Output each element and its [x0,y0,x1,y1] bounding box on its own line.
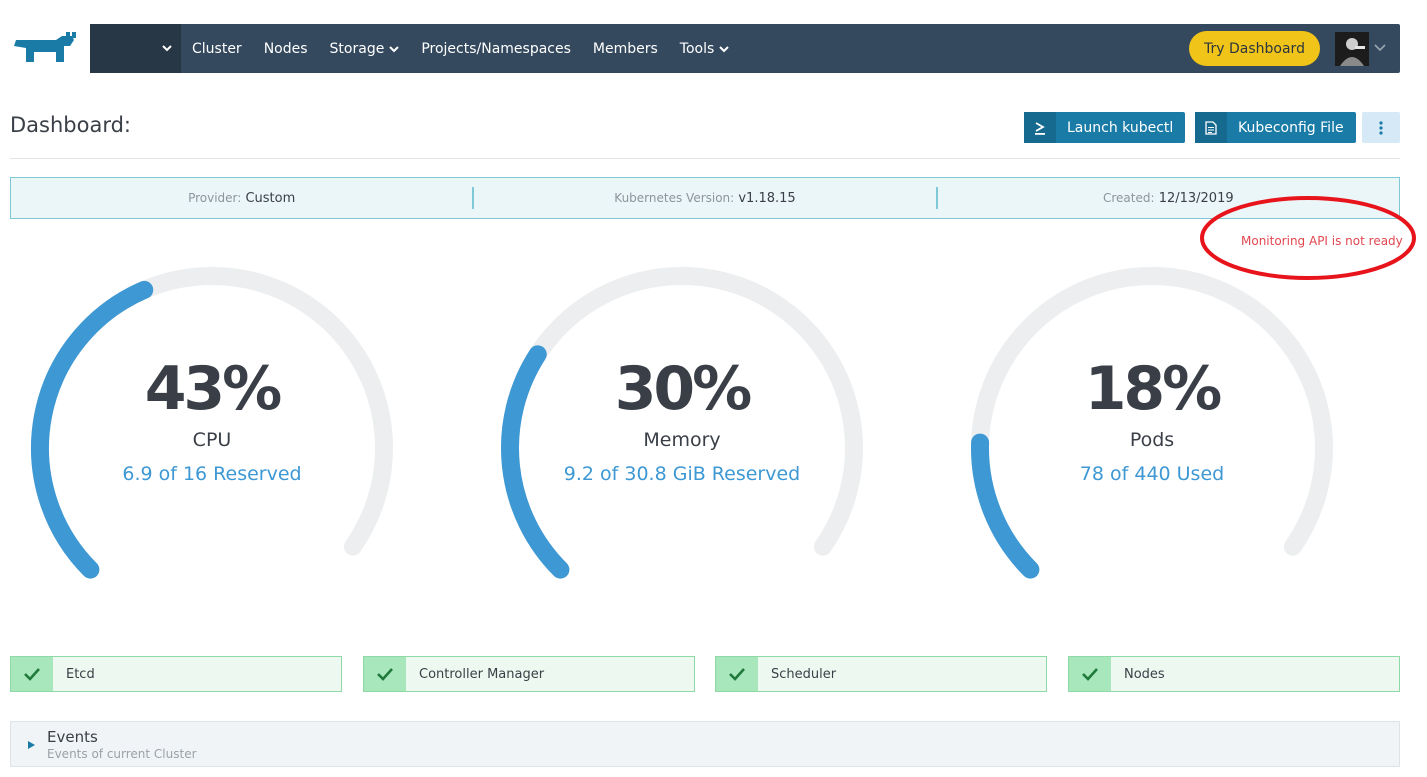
gauge-fill [971,433,1040,579]
user-photo-icon [1335,32,1369,66]
etcd-status: Etcd [10,656,342,692]
checkmark-icon [1069,657,1111,691]
pods-used: 78 of 440 Used [1079,463,1225,485]
rancher-logo-icon[interactable] [10,30,78,66]
expand-triangle-icon[interactable] [27,740,36,750]
provider-info: Provider: Custom [188,190,296,206]
events-accordion[interactable]: Events Events of current Cluster [10,721,1400,767]
file-icon [1195,112,1227,143]
nav-item-projects-namespaces[interactable]: Projects/Namespaces [421,41,571,57]
user-avatar[interactable] [1335,32,1369,66]
cpu-gauge: 43% CPU 6.9 of 16 Reserved [26,262,398,582]
memory-reserved: 9.2 of 30.8 GiB Reserved [563,463,801,485]
memory-label: Memory [643,429,721,451]
scheduler-status: Scheduler [715,656,1047,692]
checkmark-icon [716,657,758,691]
kubernetes-version-info: Kubernetes Version: v1.18.15 [614,190,796,206]
chevron-down-icon [162,45,172,52]
checkmark-icon [11,657,53,691]
nav-item-members[interactable]: Members [593,41,658,57]
cpu-percentage: 43% [144,354,283,424]
nav-item-cluster[interactable]: Cluster [192,41,242,57]
page-title: Dashboard: [10,113,132,137]
top-nav-bar: Cluster Nodes Storage Projects/Namespace… [90,24,1400,73]
cluster-selector[interactable] [90,24,181,73]
cpu-reserved: 6.9 of 16 Reserved [122,463,302,485]
header-divider [10,158,1400,159]
pods-percentage: 18% [1084,354,1223,424]
pods-gauge: 18% Pods 78 of 440 Used [966,262,1338,582]
kubeconfig-file-button[interactable]: Kubeconfig File [1195,112,1356,143]
more-actions-button[interactable] [1362,112,1400,143]
pods-label: Pods [1129,429,1175,451]
memory-percentage: 30% [614,354,753,424]
monitoring-status-message: Monitoring API is not ready [1241,234,1403,248]
controller-manager-status: Controller Manager [363,656,695,692]
memory-gauge: 30% Memory 9.2 of 30.8 GiB Reserved [496,262,868,582]
nav-item-storage[interactable]: Storage [330,41,400,57]
launch-kubectl-button[interactable]: Launch kubectl [1024,112,1186,143]
nodes-status: Nodes [1068,656,1400,692]
checkmark-icon [364,657,406,691]
chevron-down-icon [389,45,400,52]
chevron-down-icon[interactable] [1374,41,1386,55]
events-title: Events [47,728,98,746]
launch-kubectl-label: Launch kubectl [1067,119,1174,136]
main-nav: Cluster Nodes Storage Projects/Namespace… [192,24,751,73]
try-dashboard-button[interactable]: Try Dashboard [1189,31,1320,66]
events-subtitle: Events of current Cluster [47,747,197,761]
cpu-label: CPU [192,429,232,451]
terminal-icon [1024,112,1056,143]
cluster-info-bar: Provider: Custom Kubernetes Version: v1.… [10,177,1400,219]
nav-item-nodes[interactable]: Nodes [264,41,308,57]
kubeconfig-file-label: Kubeconfig File [1238,119,1344,136]
chevron-down-icon [719,45,730,52]
vertical-dots-icon [1379,120,1383,135]
nav-item-tools[interactable]: Tools [680,41,730,57]
